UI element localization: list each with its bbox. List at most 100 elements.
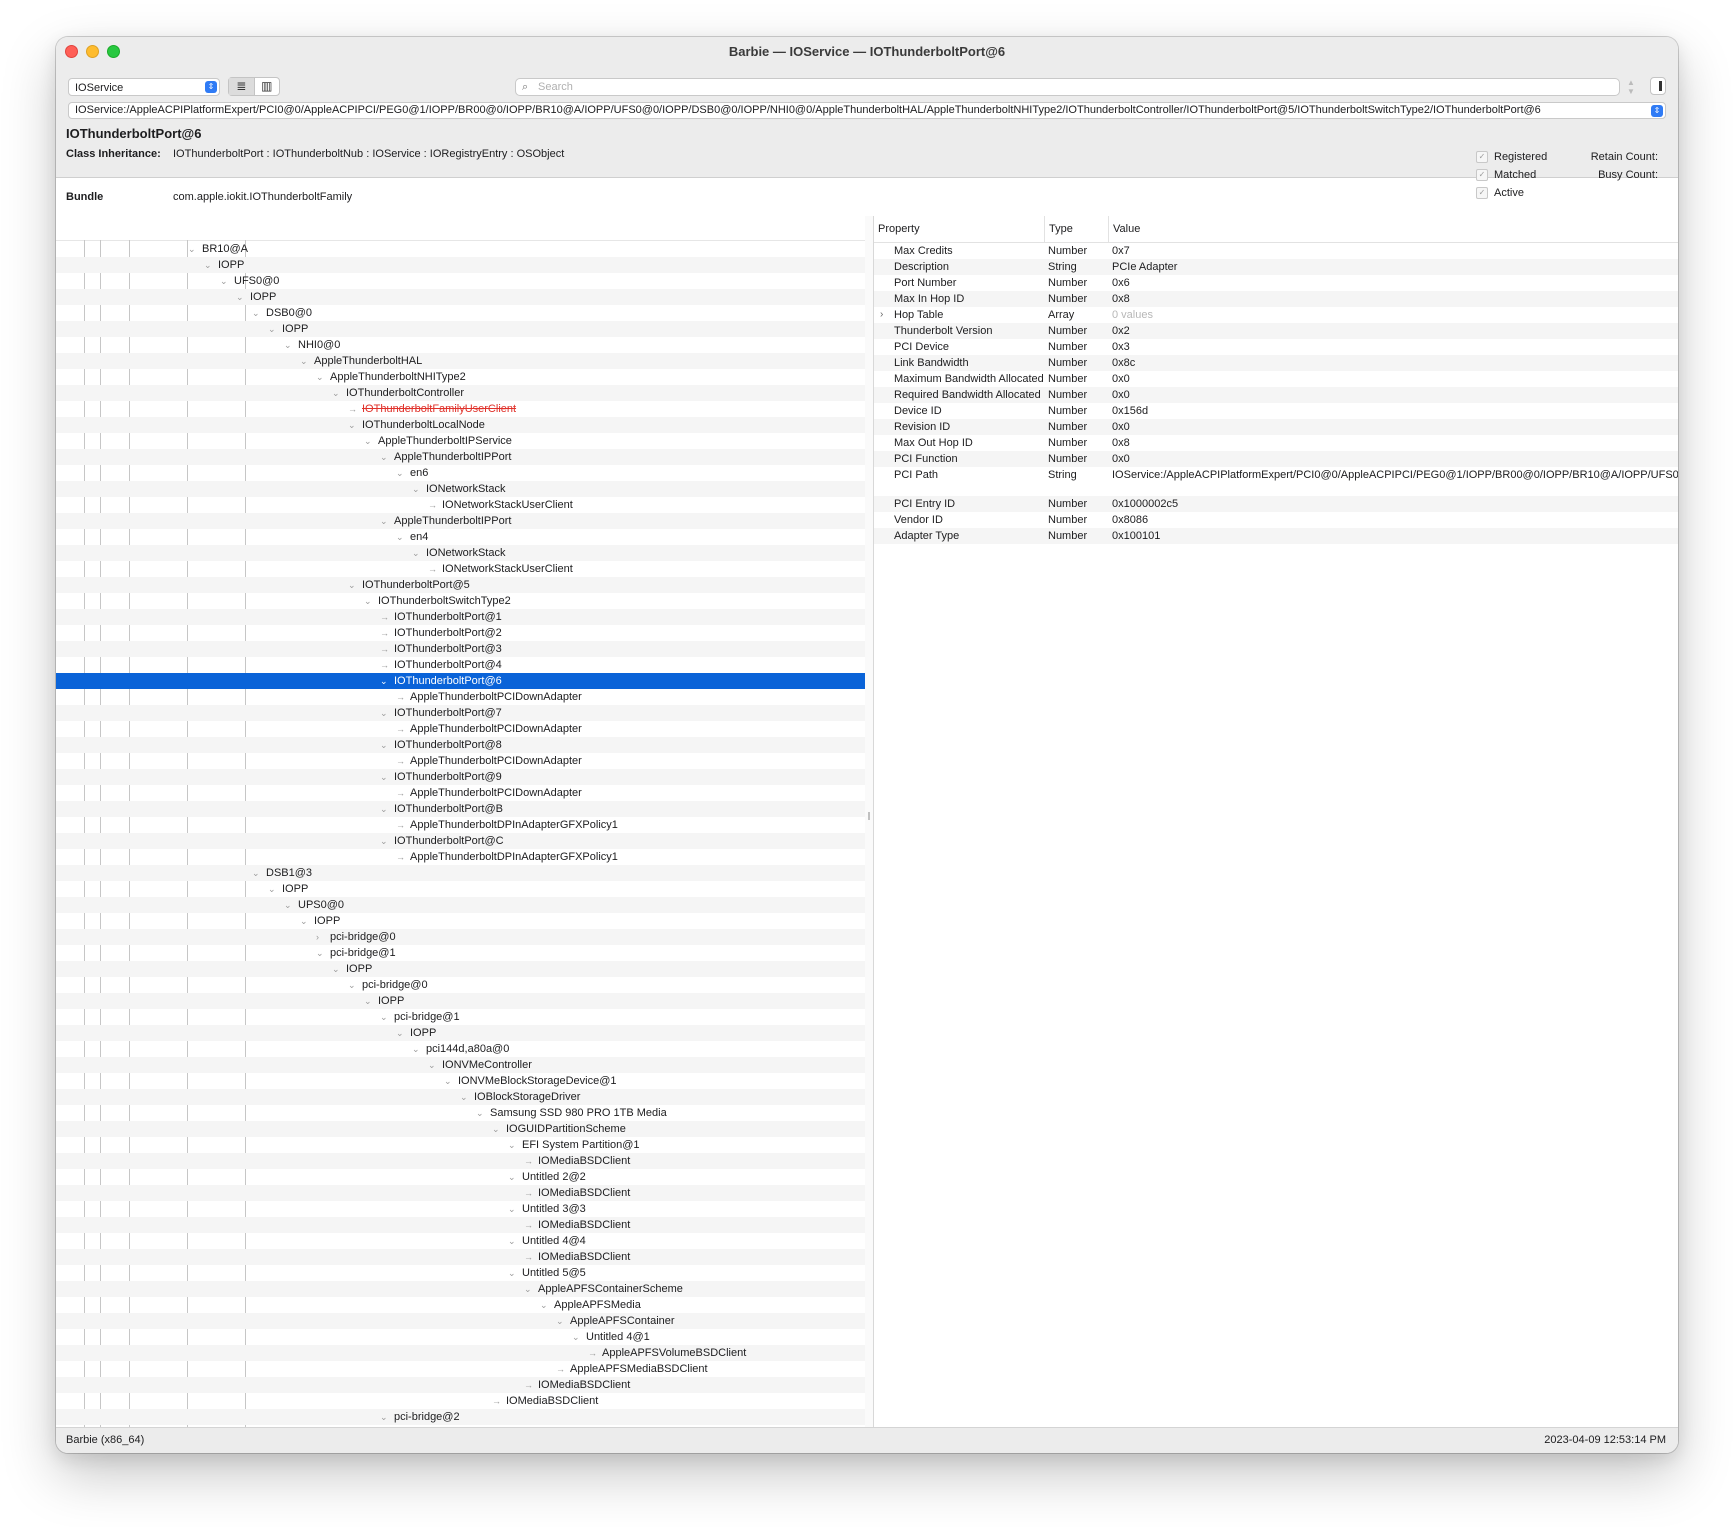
tree-row[interactable]: → IONetworkStackUserClient: [56, 561, 865, 577]
tree-row[interactable]: ⌄ IONVMeController: [56, 1057, 865, 1073]
tree-row[interactable]: ⌄ AppleThunderboltHAL: [56, 353, 865, 369]
tree-row[interactable]: ⌄ pci-bridge@2: [56, 1409, 865, 1425]
tree-row[interactable]: ⌄ IOThunderboltPort@8: [56, 737, 865, 753]
tree-row[interactable]: ⌄ IOThunderboltPort@C: [56, 833, 865, 849]
tree-row[interactable]: ⌄ BR10@A: [56, 241, 865, 257]
inspector-toggle-button[interactable]: [1650, 77, 1666, 95]
property-row[interactable]: PCI Entry ID Number 0x1000002c5: [874, 496, 1678, 512]
tree-row[interactable]: ⌄ pci-bridge@0: [56, 977, 865, 993]
tree-row[interactable]: ⌄ IOPP: [56, 289, 865, 305]
tree-row[interactable]: → IOThunderboltPort@1: [56, 609, 865, 625]
property-row[interactable]: Port Number Number 0x6: [874, 275, 1678, 291]
disclosure-open-icon[interactable]: ⌄: [380, 769, 388, 785]
tree-row[interactable]: ⌄ AppleAPFSContainerScheme: [56, 1281, 865, 1297]
disclosure-open-icon[interactable]: ⌄: [348, 417, 356, 433]
property-row[interactable]: Link Bandwidth Number 0x8c: [874, 355, 1678, 371]
column-header-type[interactable]: Type: [1044, 216, 1109, 242]
pane-splitter[interactable]: [865, 216, 874, 1427]
property-table[interactable]: Property Type Value Max Credits Number 0x7…: [874, 216, 1678, 1427]
disclosure-open-icon[interactable]: ⌄: [396, 529, 404, 545]
property-row[interactable]: Thunderbolt Version Number 0x2: [874, 323, 1678, 339]
tree-row[interactable]: ⌄ pci-bridge@1: [56, 1009, 865, 1025]
disclosure-open-icon[interactable]: ⌄: [316, 369, 324, 385]
tree-row[interactable]: → AppleThunderboltPCIDownAdapter: [56, 689, 865, 705]
disclosure-open-icon[interactable]: ⌄: [380, 737, 388, 753]
tree-row[interactable]: → IOMediaBSDClient: [56, 1377, 865, 1393]
tree-row[interactable]: ⌄ IOThunderboltPort@5: [56, 577, 865, 593]
tree-row[interactable]: ⌄ IOThunderboltController: [56, 385, 865, 401]
disclosure-open-icon[interactable]: ⌄: [444, 1073, 452, 1089]
column-header-property[interactable]: Property: [874, 216, 1048, 242]
property-row[interactable]: Vendor ID Number 0x8086: [874, 512, 1678, 528]
property-row[interactable]: Maximum Bandwidth Allocated Number 0x0: [874, 371, 1678, 387]
disclosure-open-icon[interactable]: ⌄: [572, 1329, 580, 1345]
tree-row[interactable]: ⌄ IOThunderboltSwitchType2: [56, 593, 865, 609]
tree-row[interactable]: ⌄ IOPP: [56, 321, 865, 337]
property-row[interactable]: Required Bandwidth Allocated Number 0x0: [874, 387, 1678, 403]
tree-row[interactable]: ⌄ AppleAPFSMedia: [56, 1297, 865, 1313]
tree-row[interactable]: ⌄ Untitled 3@3: [56, 1201, 865, 1217]
tree-row[interactable]: → IONetworkStackUserClient: [56, 497, 865, 513]
tree-row[interactable]: ⌄ AppleAPFSContainer: [56, 1313, 865, 1329]
disclosure-open-icon[interactable]: ⌄: [460, 1089, 468, 1105]
disclosure-open-icon[interactable]: ⌄: [380, 513, 388, 529]
tree-row[interactable]: ⌄ EFI System Partition@1: [56, 1137, 865, 1153]
tree-row[interactable]: ⌄ IOThunderboltLocalNode: [56, 417, 865, 433]
tree-row[interactable]: ⌄ Untitled 4@4: [56, 1233, 865, 1249]
tree-row[interactable]: → IOMediaBSDClient: [56, 1153, 865, 1169]
tree-row[interactable]: ⌄ IONVMeBlockStorageDevice@1: [56, 1073, 865, 1089]
tree-row[interactable]: ⌄ en6: [56, 465, 865, 481]
tree-row[interactable]: ⌄ IONetworkStack: [56, 545, 865, 561]
tree-row[interactable]: ⌄ AppleThunderboltIPPort: [56, 449, 865, 465]
tree-row[interactable]: → AppleThunderboltPCIDownAdapter: [56, 753, 865, 769]
disclosure-open-icon[interactable]: ⌄: [412, 545, 420, 561]
tree-row[interactable]: ⌄ AppleThunderboltNHIType2: [56, 369, 865, 385]
tree-row[interactable]: ⌄ IOPP: [56, 961, 865, 977]
column-view-button[interactable]: ▥: [253, 78, 280, 95]
tree-row[interactable]: ⌄ UPS0@0: [56, 897, 865, 913]
tree-row[interactable]: → AppleAPFSMediaBSDClient: [56, 1361, 865, 1377]
disclosure-open-icon[interactable]: ⌄: [540, 1297, 548, 1313]
tree-row[interactable]: ⌄ pci144d,a80a@0: [56, 1041, 865, 1057]
disclosure-open-icon[interactable]: ⌄: [332, 961, 340, 977]
property-row[interactable]: Device ID Number 0x156d: [874, 403, 1678, 419]
disclosure-open-icon[interactable]: ⌄: [396, 465, 404, 481]
disclosure-open-icon[interactable]: ⌄: [396, 1025, 404, 1041]
tree-row[interactable]: → AppleThunderboltDPInAdapterGFXPolicy1: [56, 849, 865, 865]
property-row[interactable]: Max Out Hop ID Number 0x8: [874, 435, 1678, 451]
tree-row[interactable]: ⌄ DSB1@3: [56, 865, 865, 881]
tree-row[interactable]: ⌄ IOGUIDPartitionScheme: [56, 1121, 865, 1137]
tree-row[interactable]: ⌄ AppleThunderboltIPService: [56, 433, 865, 449]
tree-row[interactable]: ⌄ en4: [56, 529, 865, 545]
disclosure-open-icon[interactable]: ⌄: [524, 1281, 532, 1297]
column-header-value[interactable]: Value: [1108, 216, 1673, 242]
disclosure-open-icon[interactable]: ⌄: [316, 945, 324, 961]
tree-row[interactable]: → IOThunderboltPort@3: [56, 641, 865, 657]
disclosure-open-icon[interactable]: ⌄: [188, 241, 196, 257]
search-field[interactable]: ⌕: [515, 78, 1620, 96]
disclosure-open-icon[interactable]: ⌄: [412, 1041, 420, 1057]
disclosure-open-icon[interactable]: ⌄: [380, 1409, 388, 1425]
disclosure-open-icon[interactable]: ⌄: [348, 577, 356, 593]
tree-row[interactable]: ⌄ IOPP: [56, 913, 865, 929]
tree-row[interactable]: ⌄ pci-bridge@1: [56, 945, 865, 961]
property-row[interactable]: Adapter Type Number 0x100101: [874, 528, 1678, 544]
disclosure-open-icon[interactable]: ⌄: [300, 353, 308, 369]
disclosure-open-icon[interactable]: ⌄: [380, 1009, 388, 1025]
disclosure-open-icon[interactable]: ⌄: [284, 337, 292, 353]
disclosure-open-icon[interactable]: ⌄: [476, 1105, 484, 1121]
disclosure-closed-icon[interactable]: ›: [316, 929, 319, 945]
property-row[interactable]: PCI Device Number 0x3: [874, 339, 1678, 355]
disclosure-open-icon[interactable]: ⌄: [492, 1121, 500, 1137]
tree-row[interactable]: ⌄ IOPP: [56, 1025, 865, 1041]
disclosure-open-icon[interactable]: ⌄: [236, 289, 244, 305]
registry-path-field[interactable]: IOService:/AppleACPIPlatformExpert/PCI0@…: [68, 102, 1666, 119]
tree-row[interactable]: → AppleThunderboltDPInAdapterGFXPolicy1: [56, 817, 865, 833]
property-row[interactable]: Max In Hop ID Number 0x8: [874, 291, 1678, 307]
disclosure-open-icon[interactable]: ⌄: [508, 1233, 516, 1249]
disclosure-open-icon[interactable]: ⌄: [284, 897, 292, 913]
search-input[interactable]: [538, 80, 1438, 94]
tree-row[interactable]: ⌄ NHI0@0: [56, 337, 865, 353]
tree-row[interactable]: ⌄ Untitled 5@5: [56, 1265, 865, 1281]
property-row[interactable]: PCI Path String IOService:/AppleACPIPlatfo…: [874, 467, 1678, 496]
